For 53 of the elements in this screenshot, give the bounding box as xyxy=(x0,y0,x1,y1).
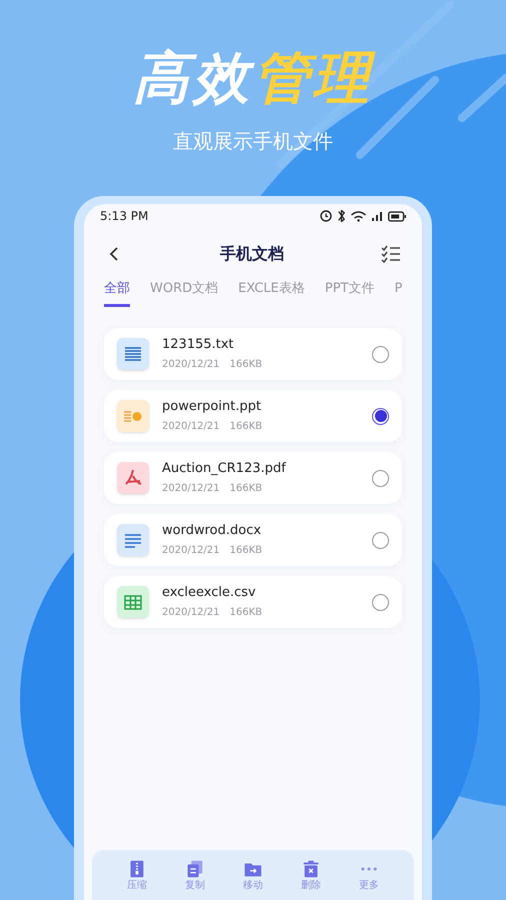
subtitle: 直观展示手机文件 xyxy=(173,128,333,155)
chart-document-icon xyxy=(117,400,149,432)
bluetooth-icon xyxy=(338,210,345,222)
file-card[interactable]: excleexcle.csv 2020/12/21 166KB xyxy=(104,576,402,628)
tab[interactable]: WORD文档 xyxy=(150,280,218,307)
file-name: wordwrod.docx xyxy=(162,522,262,540)
checklist-icon xyxy=(381,245,401,263)
more-icon xyxy=(361,867,377,871)
toolbar-button[interactable]: 复制 xyxy=(184,858,206,892)
alarm-clock-icon xyxy=(320,210,332,222)
screen-title: 手机文档 xyxy=(220,243,284,265)
radio-button[interactable] xyxy=(372,470,389,486)
tab[interactable]: PPT文件 xyxy=(324,280,374,307)
file-card[interactable]: Auction_CR123.pdf 2020/12/21 166KB xyxy=(104,452,402,504)
file-size: 166KB xyxy=(230,544,262,558)
file-card[interactable]: wordwrod.docx 2020/12/21 166KB xyxy=(104,514,402,566)
toolbar-button[interactable]: 移动 xyxy=(242,858,264,892)
file-date: 2020/12/21 xyxy=(162,358,220,372)
battery-icon xyxy=(388,210,406,222)
radio-button[interactable] xyxy=(372,408,389,424)
file-card[interactable]: 123155.txt 2020/12/21 166KB xyxy=(104,328,402,380)
radio-button[interactable] xyxy=(372,346,389,362)
file-card[interactable]: powerpoint.ppt 2020/12/21 166KB xyxy=(104,390,402,442)
toolbar-button[interactable]: 压缩 xyxy=(126,858,148,892)
file-date: 2020/12/21 xyxy=(162,482,220,496)
file-name: excleexcle.csv xyxy=(162,584,257,602)
file-date: 2020/12/21 xyxy=(162,544,220,558)
file-date: 2020/12/21 xyxy=(162,606,220,620)
file-lines-icon xyxy=(117,338,149,370)
file-size: 166KB xyxy=(230,420,262,434)
status-time: 5:13 PM xyxy=(100,208,148,225)
toolbar-button[interactable]: 删除 xyxy=(300,858,322,892)
file-size: 166KB xyxy=(230,606,262,620)
radio-button[interactable] xyxy=(372,532,389,548)
wifi-icon xyxy=(351,210,366,222)
file-date: 2020/12/21 xyxy=(162,420,220,434)
file-lines-icon xyxy=(117,524,149,556)
file-name: powerpoint.ppt xyxy=(162,398,262,416)
select-list-button[interactable] xyxy=(380,243,402,265)
tab[interactable]: P xyxy=(394,280,402,307)
signal-icon xyxy=(372,212,382,220)
file-name: Auction_CR123.pdf xyxy=(162,460,288,478)
toolbar-button[interactable]: 更多 xyxy=(358,858,380,892)
headline: 高效 xyxy=(133,45,253,113)
tab[interactable]: EXCLE表格 xyxy=(238,280,305,307)
file-size: 166KB xyxy=(230,482,262,496)
file-name: 123155.txt xyxy=(162,336,235,354)
tab[interactable]: 全部 xyxy=(104,280,130,307)
file-size: 166KB xyxy=(230,358,262,372)
radio-button[interactable] xyxy=(372,594,389,610)
chevron-left-icon xyxy=(108,246,120,262)
pdf-icon xyxy=(117,462,149,494)
table-icon xyxy=(117,586,149,618)
